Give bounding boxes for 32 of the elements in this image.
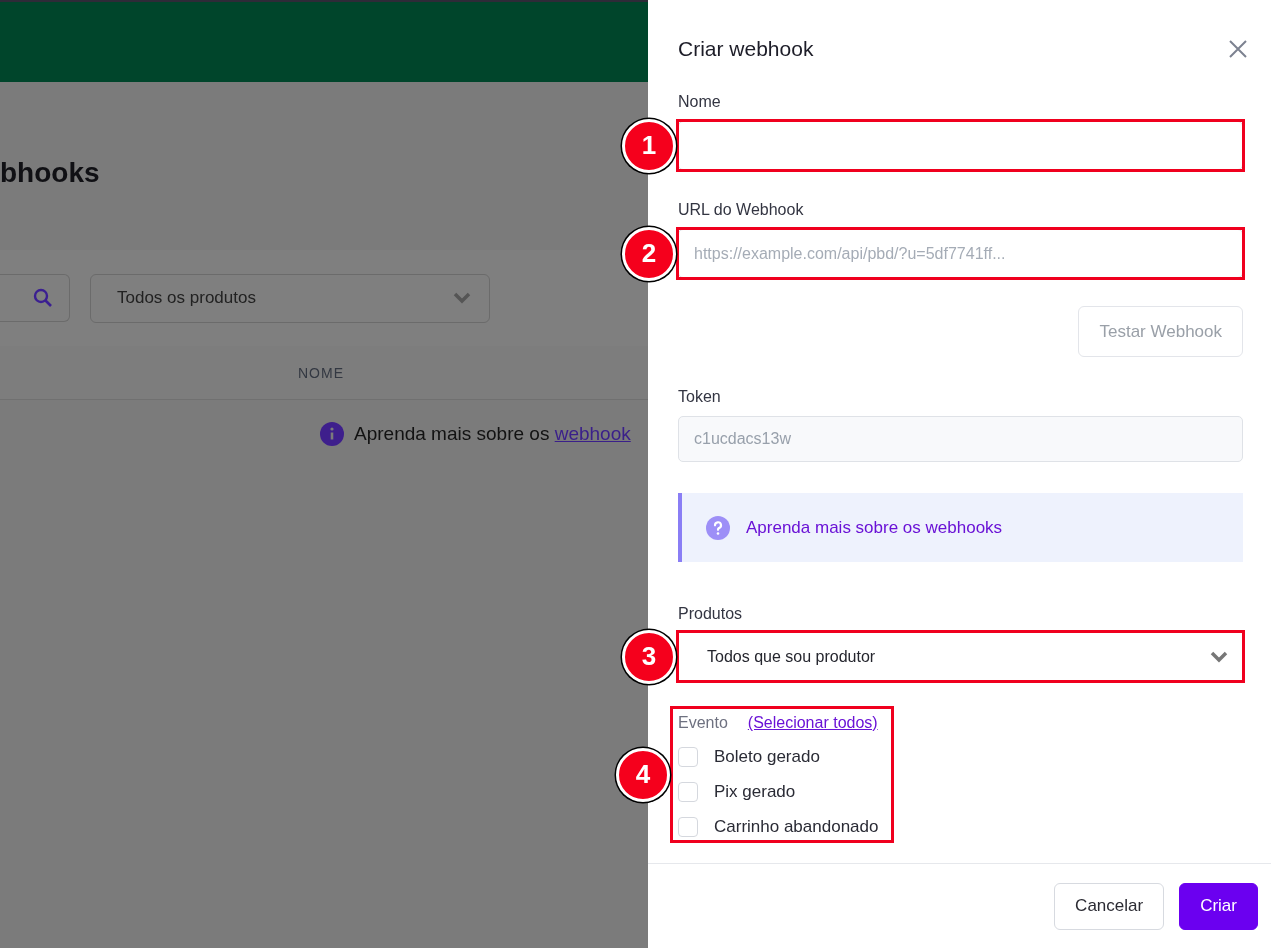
info-icon <box>320 422 344 446</box>
create-button[interactable]: Criar <box>1179 882 1258 930</box>
event-option[interactable]: Carrinho abandonado <box>678 817 879 837</box>
checkbox[interactable] <box>678 782 698 802</box>
product-filter-select[interactable]: Todos os produtos <box>90 273 490 323</box>
drawer-title: Criar webhook <box>678 37 814 61</box>
text-input[interactable]: https://example.com/api/pbd/?u=5df7741ff... <box>678 229 1243 278</box>
select-all-link[interactable]: (Selecionar todos) <box>747 714 878 732</box>
search-icon <box>33 288 53 308</box>
checkbox[interactable] <box>678 747 698 767</box>
step-number-marker: 2 <box>622 226 676 281</box>
column-header: NOME <box>298 364 344 381</box>
chevron-down-icon <box>453 292 471 304</box>
field-label: Token <box>678 387 722 407</box>
info-text: Aprenda mais sobre os webhook <box>354 423 631 445</box>
event-option[interactable]: Pix gerado <box>678 782 879 802</box>
checkbox[interactable] <box>678 817 698 837</box>
cancel-button[interactable]: Cancelar <box>1054 882 1165 930</box>
field-label: Evento <box>678 714 728 732</box>
field-label: Produtos <box>678 604 744 624</box>
event-option[interactable]: Boleto gerado <box>678 747 879 767</box>
step-number-marker: 1 <box>622 118 676 173</box>
step-number-marker: 4 <box>616 747 670 802</box>
question-icon <box>706 515 730 540</box>
search-field[interactable] <box>0 274 70 322</box>
step-number-marker: 3 <box>622 629 676 684</box>
chevron-down-icon <box>1210 650 1228 663</box>
help-link[interactable]: Aprenda mais sobre os webhooks <box>746 517 1003 538</box>
field-label: Nome <box>678 92 722 112</box>
field-label: URL do Webhook <box>678 200 805 220</box>
page-title: bhooks <box>0 156 101 190</box>
close-button[interactable] <box>1227 38 1249 60</box>
